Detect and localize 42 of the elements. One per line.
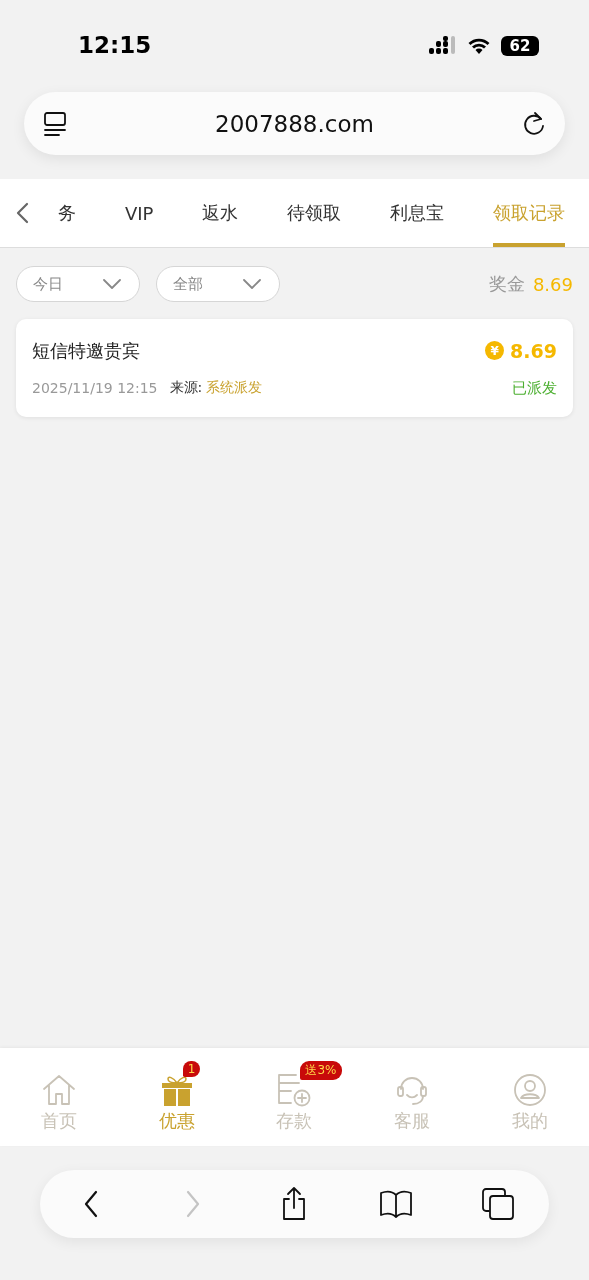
deposit-icon [276,1073,313,1107]
record-title: 短信特邀贵宾 [32,338,140,363]
chevron-down-icon [103,279,121,289]
filter-dropdown[interactable]: 今日 [16,266,140,302]
profile-icon [513,1073,548,1107]
tab[interactable]: 利息宝 [390,179,445,247]
tab[interactable]: 领取记录 [492,179,565,247]
nav-label: 我的 [512,1109,549,1133]
reload-icon[interactable] [521,110,547,137]
bonus-amount: 8.69 [532,273,573,295]
reader-icon[interactable] [42,110,68,137]
chevron-left-icon [82,1190,99,1218]
nav-label: 首页 [40,1109,77,1133]
nav-item[interactable]: 送3% 存款 [242,1061,347,1133]
home-icon [40,1073,77,1107]
tab[interactable]: 返水 [202,179,239,247]
nav-badge: 送3% [300,1061,342,1080]
book-icon [378,1189,415,1219]
chevron-down-icon [243,279,261,289]
record-status: 已派发 [512,378,557,398]
record-source: 系统派发 [206,379,263,397]
nav-badge: 1 [182,1061,201,1077]
filter-dropdown[interactable]: 全部 [156,266,280,302]
bonus-label: 奖金 [488,272,525,296]
chevron-right-icon [184,1190,201,1218]
nav-label: 客服 [394,1109,431,1133]
record-time: 2025/11/19 12:15 [32,380,158,396]
source-label: 来源: [169,379,203,397]
record-amount: 8.69 [510,339,557,362]
nav-label: 优惠 [158,1109,195,1133]
nav-label: 存款 [276,1109,313,1133]
coin-icon: ¥ [485,341,505,360]
signal-icon [429,36,457,56]
wifi-icon [467,37,491,55]
tabs-icon [481,1187,516,1221]
battery-indicator: 62 [501,36,539,56]
tab[interactable]: 待领取 [287,179,342,247]
status-time: 12:15 [78,32,152,58]
tab[interactable]: 务 [58,179,76,247]
url-text[interactable]: 2007888.com [215,110,374,137]
tab[interactable]: VIP [124,179,154,247]
nav-item[interactable]: 1 优惠 [124,1061,229,1133]
